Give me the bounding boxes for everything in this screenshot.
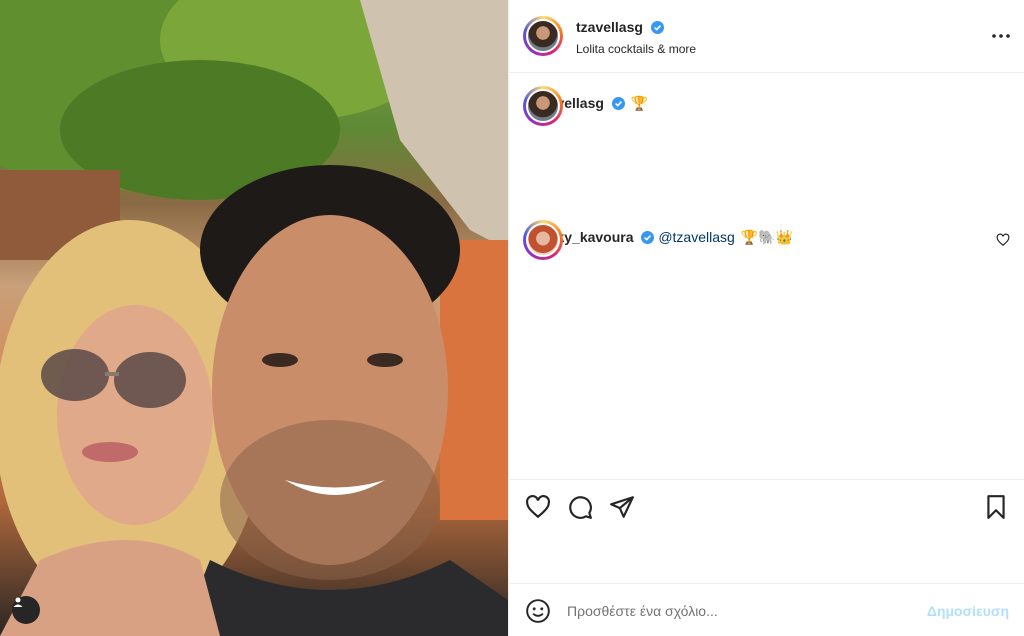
post-header: tzavellasg Lolita cocktails & more [509, 0, 1024, 73]
post-photo[interactable] [0, 0, 508, 636]
comment-text: vicky_kavoura @tzavellasg 🏆🐘👑 [537, 228, 793, 248]
heart-icon[interactable] [525, 494, 551, 520]
post-comment-button[interactable]: Δημοσίευση [927, 603, 1009, 619]
bookmark-icon[interactable] [983, 494, 1009, 520]
more-options-icon[interactable] [989, 24, 1013, 48]
author-info: tzavellasg Lolita cocktails & more [576, 19, 696, 56]
post-caption: tzavellasg 🏆 [523, 86, 649, 126]
post-photo-illustration [0, 0, 508, 636]
verified-badge-icon [611, 96, 625, 114]
post-location[interactable]: Lolita cocktails & more [576, 42, 696, 56]
comment-emojis: 🏆🐘👑 [740, 229, 793, 245]
post-actions-bar [509, 479, 1024, 535]
send-icon[interactable] [609, 494, 635, 520]
verified-badge-icon [651, 21, 665, 39]
comment-mention[interactable]: @tzavellasg [658, 229, 734, 245]
caption-emoji: 🏆 [630, 95, 649, 111]
comment-like-heart-icon[interactable] [996, 233, 1010, 247]
caption-author-avatar[interactable] [523, 86, 563, 126]
author-username[interactable]: tzavellasg [576, 19, 643, 35]
verified-badge-icon [641, 230, 655, 248]
comment-composer: Δημοσίευση [509, 583, 1024, 636]
commenter-avatar[interactable] [523, 220, 563, 260]
emoji-icon[interactable] [525, 598, 551, 624]
author-avatar[interactable] [523, 16, 563, 56]
comment-item: vicky_kavoura @tzavellasg 🏆🐘👑 [523, 220, 793, 260]
post-side-panel: tzavellasg Lolita cocktails & more tzave… [508, 0, 1024, 636]
user-tag-icon[interactable] [12, 596, 40, 624]
comment-icon[interactable] [567, 494, 593, 520]
comment-input[interactable] [567, 598, 907, 624]
